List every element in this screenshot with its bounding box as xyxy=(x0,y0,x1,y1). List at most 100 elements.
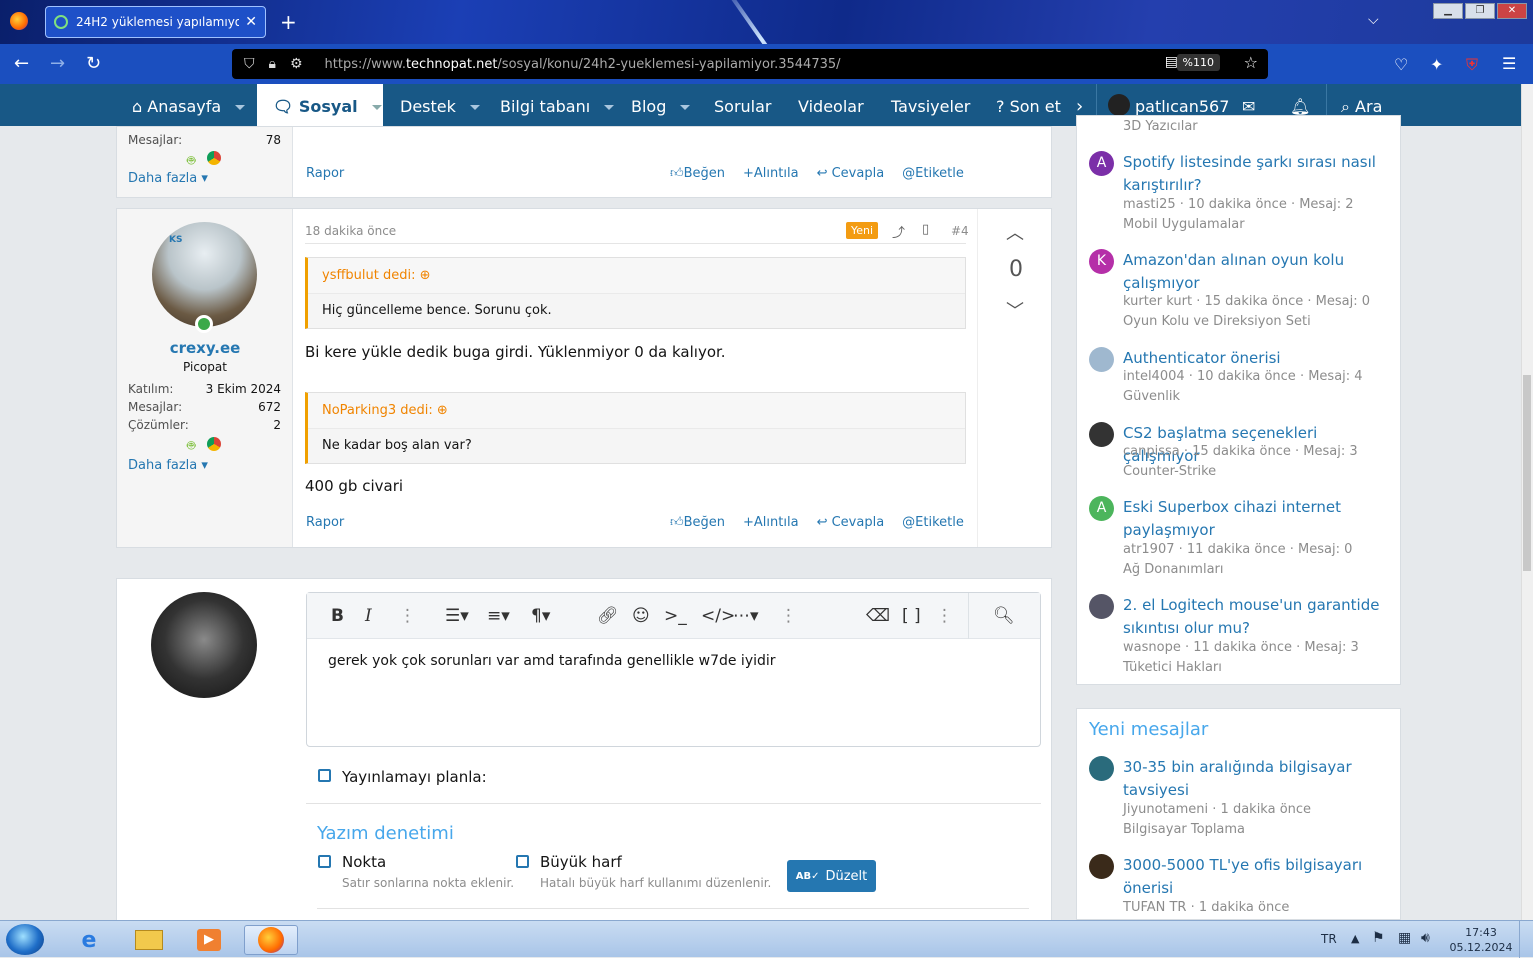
eraser-icon[interactable]: ⌫ xyxy=(866,606,890,626)
more-info-link[interactable]: Daha fazla ▾ xyxy=(128,458,208,473)
thread-forum[interactable]: Ağ Donanımları xyxy=(1123,562,1224,577)
period-checkbox[interactable] xyxy=(318,855,331,868)
post-number[interactable]: #4 xyxy=(951,224,969,238)
permissions-icon[interactable]: ⚙ xyxy=(290,56,303,72)
chevron-down-icon[interactable] xyxy=(371,105,382,110)
bbcode-icon[interactable]: [ ] xyxy=(902,606,921,626)
thread-title[interactable]: Authenticator önerisi xyxy=(1123,347,1393,370)
language-indicator[interactable]: TR xyxy=(1321,932,1337,946)
rich-text-editor[interactable]: B I ⋮ ☰▾ ≡▾ ¶▾ 🔗︎ ☺ >_ </> ⋯▾ ⋮ ⌫ [ ] ⋮ … xyxy=(306,592,1041,747)
insert-more-icon[interactable]: ⋯▾ xyxy=(733,606,759,626)
emoji-icon[interactable]: ☺ xyxy=(632,606,650,626)
browser-tab-active[interactable]: 24H2 yüklemesi yapılamıyor | Te ✕ xyxy=(45,6,266,38)
bold-icon[interactable]: B xyxy=(331,606,344,626)
current-user-avatar[interactable] xyxy=(151,592,257,698)
thread-avatar[interactable]: A xyxy=(1089,496,1114,521)
chevron-down-icon[interactable] xyxy=(235,105,246,110)
quote-author[interactable]: NoParking3 dedi: ⊕ xyxy=(308,393,965,429)
back-arrow-icon[interactable]: ← xyxy=(14,53,29,74)
nav-item-destek[interactable]: Destek xyxy=(400,84,480,126)
thread-forum[interactable]: Oyun Kolu ve Direksiyon Seti xyxy=(1123,314,1311,329)
thread-avatar[interactable] xyxy=(1089,854,1114,879)
post-time[interactable]: 18 dakika önce xyxy=(305,224,396,238)
new-messages-title[interactable]: Yeni mesajlar xyxy=(1089,719,1208,740)
thread-title[interactable]: 3000-5000 TL'ye ofis bilgisayarı önerisi xyxy=(1123,854,1393,900)
tag-button[interactable]: @Etiketle xyxy=(902,515,964,530)
nav-item-tavsiyeler[interactable]: Tavsiyeler xyxy=(891,84,970,126)
firefox-menu-icon[interactable] xyxy=(10,12,28,30)
address-bar[interactable]: ⛉ 🔒︎ ⚙ https://www.technopat.net/sosyal/… xyxy=(232,49,1268,79)
nav-item-videolar[interactable]: Videolar xyxy=(798,84,864,126)
maximize-button[interactable]: ❐ xyxy=(1465,3,1495,19)
taskbar-ie-icon[interactable]: e xyxy=(62,925,116,955)
list-icon[interactable]: ☰▾ xyxy=(445,606,469,626)
user-avatar[interactable] xyxy=(1108,94,1130,116)
thread-title[interactable]: 30-35 bin aralığında bilgisayar tavsiyes… xyxy=(1123,756,1393,802)
nav-item-anasayfa[interactable]: ⌂ Anasayfa xyxy=(132,84,246,126)
thread-avatar[interactable] xyxy=(1089,347,1114,372)
tag-button[interactable]: @Etiketle xyxy=(902,166,964,181)
more-options-icon[interactable]: ⋮ xyxy=(936,606,953,626)
reload-icon[interactable]: ↻ xyxy=(86,53,101,74)
nav-item-blog[interactable]: Blog xyxy=(631,84,691,126)
thread-forum[interactable]: Bilgisayar Toplama xyxy=(1123,822,1245,837)
zoom-level[interactable]: %110 xyxy=(1176,54,1220,71)
tray-clock[interactable]: 17:43 05.12.2024 xyxy=(1448,925,1514,955)
tray-action-center-icon[interactable]: ⚑ xyxy=(1372,930,1385,946)
app-menu-icon[interactable]: ☰ xyxy=(1502,54,1516,73)
quote-author[interactable]: ysffbulut dedi: ⊕ xyxy=(308,258,965,294)
tab-close-icon[interactable]: ✕ xyxy=(245,14,257,30)
chevron-down-icon[interactable] xyxy=(604,105,615,110)
thread-title[interactable]: 2. el Logitech mouse'un garantide sıkınt… xyxy=(1123,594,1393,640)
upvote-chevron-icon[interactable]: ︿ xyxy=(1006,219,1024,245)
align-icon[interactable]: ≡▾ xyxy=(487,606,510,626)
like-button[interactable]: 👍︎Beğen xyxy=(670,166,725,181)
report-link[interactable]: Rapor xyxy=(306,515,344,530)
code-block-icon[interactable]: </> xyxy=(701,606,735,626)
more-options-icon[interactable]: ⋮ xyxy=(399,606,416,626)
nav-item-sorular[interactable]: Sorular xyxy=(714,84,772,126)
code-inline-icon[interactable]: >_ xyxy=(664,606,687,626)
show-desktop-button[interactable] xyxy=(1519,921,1533,958)
start-button[interactable] xyxy=(6,924,44,955)
extensions-icon[interactable]: ✦ xyxy=(1430,55,1443,74)
user-avatar[interactable] xyxy=(152,222,257,327)
preview-icon[interactable]: 🔍︎ xyxy=(993,606,1015,626)
pocket-icon[interactable]: ♡ xyxy=(1394,55,1408,74)
thread-title[interactable]: Eski Superbox cihazi internet paylaşmıyo… xyxy=(1123,496,1393,542)
paragraph-icon[interactable]: ¶▾ xyxy=(531,606,550,626)
downvote-chevron-icon[interactable]: ﹀ xyxy=(1006,297,1024,323)
thread-forum[interactable]: Tüketici Hakları xyxy=(1123,660,1222,675)
share-icon[interactable]: ⤴ xyxy=(892,222,905,241)
thread-avatar[interactable]: K xyxy=(1089,249,1114,274)
nav-item-sosyal[interactable]: 🗨︎ Sosyal xyxy=(257,84,383,126)
link-icon[interactable]: 🔗︎ xyxy=(597,606,619,626)
thread-avatar[interactable]: A xyxy=(1089,151,1114,176)
post-username[interactable]: crexy.ee xyxy=(117,339,293,357)
thread-title[interactable]: Spotify listesinde şarkı sırası nasıl ka… xyxy=(1123,151,1393,197)
schedule-checkbox[interactable] xyxy=(318,769,331,782)
thread-avatar[interactable] xyxy=(1089,422,1114,447)
fix-button[interactable]: AB✓ Düzelt xyxy=(787,860,876,892)
like-button[interactable]: 👍︎Beğen xyxy=(670,515,725,530)
nav-item-son[interactable]: ? Son et xyxy=(996,84,1066,126)
thread-avatar[interactable] xyxy=(1089,594,1114,619)
italic-icon[interactable]: I xyxy=(365,606,372,626)
new-tab-button[interactable]: + xyxy=(280,10,297,34)
tray-volume-icon[interactable]: 🔊︎ xyxy=(1421,930,1430,946)
thread-forum[interactable]: Counter-Strike xyxy=(1123,464,1216,479)
thread-avatar[interactable] xyxy=(1089,756,1114,781)
nav-item-bilgi-tabani[interactable]: Bilgi tabanı xyxy=(500,84,615,126)
tray-network-icon[interactable]: ▦ xyxy=(1398,930,1411,946)
tab-list-chevron-icon[interactable]: ⌵ xyxy=(1368,12,1379,28)
close-window-button[interactable]: ✕ xyxy=(1497,3,1527,19)
chevron-down-icon[interactable] xyxy=(680,105,691,110)
bookmark-star-icon[interactable]: ☆ xyxy=(1244,53,1258,72)
shield-icon[interactable]: ⛉ xyxy=(244,56,255,72)
forward-arrow-icon[interactable]: → xyxy=(50,53,65,74)
quote-button[interactable]: +Alıntıla xyxy=(743,166,799,181)
lock-icon[interactable]: 🔒︎ xyxy=(269,56,276,72)
taskbar-firefox-icon[interactable] xyxy=(244,925,298,955)
thread-title[interactable]: Amazon'dan alınan oyun kolu çalışmıyor xyxy=(1123,249,1393,295)
reply-button[interactable]: ↩ Cevapla xyxy=(817,515,885,530)
